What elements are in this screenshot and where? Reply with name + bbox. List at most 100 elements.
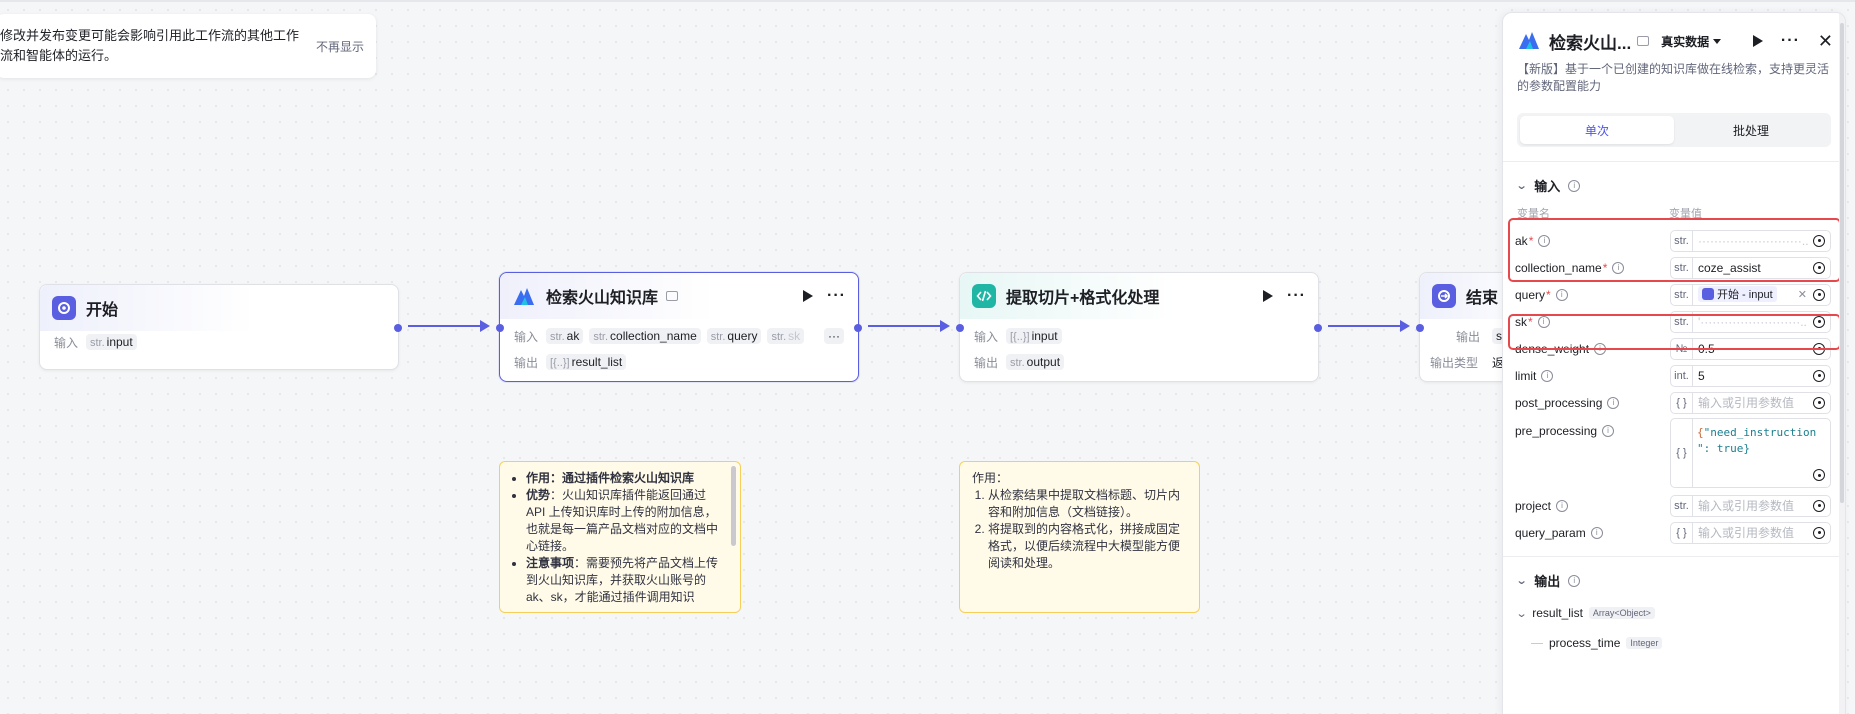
tab-single[interactable]: 单次	[1520, 116, 1674, 144]
post-processing-field[interactable]: { } 输入或引用参数值	[1670, 391, 1831, 414]
search-output-label: 输出	[514, 355, 539, 370]
param-name: pre_processing	[1515, 424, 1598, 438]
end-input-port[interactable]	[1416, 324, 1424, 332]
output-item[interactable]: ⌄ result_list Array<Object>	[1503, 598, 1845, 628]
tab-batch[interactable]: 批处理	[1674, 116, 1828, 144]
code-note-card[interactable]: 作用： 从检索结果中提取文档标题、切片内容和附加信息（文档链接）。 将提取到的内…	[959, 461, 1200, 613]
run-node-button[interactable]	[803, 290, 814, 302]
node-config-panel: 检索火山... 真实数据 ··· ✕ 【新版】基于一个已创建的知识库做在线检索，…	[1502, 12, 1846, 714]
dont-show-again-link[interactable]: 不再显示	[316, 38, 364, 55]
info-icon: i	[1602, 425, 1615, 437]
end-icon	[1432, 284, 1456, 308]
variable-picker-icon[interactable]	[1813, 396, 1825, 409]
run-button[interactable]	[1752, 35, 1763, 47]
input-tag-sk: str. sk	[767, 328, 805, 344]
more-inputs-button[interactable]: ···	[824, 328, 844, 344]
end-output-label: 输出	[1455, 329, 1480, 344]
change-notice-banner: 修改并发布变更可能会影响引用此工作流的其他工作流和智能体的运行。 不再显示	[0, 14, 376, 78]
start-output-port[interactable]	[394, 324, 402, 332]
start-input-label: 输入	[54, 335, 79, 350]
code-node-title: 提取切片+格式化处理	[1006, 290, 1160, 307]
data-mode-select[interactable]: 真实数据	[1661, 33, 1722, 50]
input-section-header[interactable]: ⌄ 输入 i	[1503, 162, 1845, 195]
chevron-down-icon	[1713, 38, 1722, 44]
panel-scrollbar[interactable]	[1839, 13, 1845, 714]
volcano-logo-icon	[512, 284, 536, 308]
code-output-tag: str. output	[1006, 354, 1065, 370]
highlight-box-ak-collection	[1508, 218, 1841, 282]
param-value: 5	[1698, 368, 1705, 383]
start-node-title: 开始	[86, 302, 119, 319]
note-scrollbar[interactable]	[731, 466, 736, 546]
input-tag-ak: str. ak	[546, 328, 584, 344]
more-button[interactable]: ···	[1781, 33, 1800, 49]
start-node-icon	[1702, 288, 1714, 300]
output-name: result_list	[1532, 606, 1583, 620]
code-note-title: 作用：	[972, 471, 1009, 485]
note-item: 注意事项：需要预先将产品文档上传到火山知识库，并获取火山账号的 ak、sk，才能…	[526, 555, 728, 606]
output-type-badge: Array<Object>	[1588, 607, 1655, 619]
param-name: project	[1515, 498, 1552, 513]
param-name: query	[1515, 287, 1546, 302]
clear-icon[interactable]: ✕	[1798, 288, 1807, 301]
start-input-tag: str. input	[86, 334, 137, 350]
close-icon[interactable]: ✕	[1818, 32, 1833, 50]
edge-start-to-search	[408, 320, 490, 332]
variable-picker-icon[interactable]	[1813, 288, 1825, 301]
output-section-title: 输出	[1534, 574, 1561, 589]
output-name: process_time	[1549, 636, 1621, 650]
highlight-box-sk	[1508, 314, 1841, 350]
input-tag-collection-name: str. collection_name	[589, 328, 701, 344]
param-row-query-param: query_param i { } 输入或引用参数值	[1503, 519, 1845, 546]
run-code-node-button[interactable]	[1263, 290, 1274, 302]
code-icon	[972, 284, 996, 308]
json-code[interactable]: {"need_instruction ": true}	[1693, 419, 1820, 487]
start-node[interactable]: 开始 输入 str. input	[39, 284, 402, 370]
search-volc-kb-node[interactable]: 检索火山知识库 ··· 输入 str. ak str. collection_nam…	[496, 272, 862, 382]
code-input-port[interactable]	[956, 324, 964, 332]
input-tag-query: str. query	[706, 328, 762, 344]
param-placeholder: 输入或引用参数值	[1698, 526, 1795, 540]
variable-picker-icon[interactable]	[1813, 469, 1825, 481]
variable-picker-icon[interactable]	[1813, 369, 1825, 382]
code-node-more-button[interactable]: ···	[1287, 288, 1306, 304]
param-row-post-processing: post_processing i { } 输入或引用参数值	[1503, 389, 1845, 416]
project-field[interactable]: str. 输入或引用参数值	[1670, 494, 1831, 517]
node-more-button[interactable]: ···	[827, 288, 846, 304]
volcano-logo-icon	[1517, 28, 1541, 55]
search-input-port[interactable]	[496, 324, 504, 332]
type-badge: int.	[1671, 365, 1693, 386]
info-icon: i	[1541, 369, 1554, 382]
reference-chip[interactable]: 开始 - input	[1698, 286, 1777, 302]
variable-picker-icon[interactable]	[1813, 499, 1825, 512]
info-icon: i	[1555, 288, 1568, 301]
note-item: 优势：火山知识库插件能返回通过 API 上传知识库时上传的附加信息，也就是每一篇…	[526, 487, 728, 555]
plugin-badge-icon	[1637, 36, 1650, 46]
pre-processing-editor[interactable]: { } {"need_instruction ": true}	[1670, 418, 1831, 488]
input-section-title: 输入	[1534, 179, 1561, 194]
workflow-canvas[interactable]: 修改并发布变更可能会影响引用此工作流的其他工作流和智能体的运行。 不再显示 开始…	[0, 0, 1855, 714]
query-field[interactable]: str. 开始 - input ✕	[1670, 283, 1831, 306]
end-node-title: 结束	[1466, 290, 1499, 307]
chevron-down-icon: ⌄	[1515, 575, 1528, 587]
output-section-header[interactable]: ⌄ 输出 i	[1503, 557, 1845, 590]
param-placeholder: 输入或引用参数值	[1698, 396, 1795, 410]
output-item: process_time Integer	[1503, 628, 1845, 658]
type-badge: str.	[1671, 495, 1693, 516]
param-name: query_param	[1515, 525, 1586, 540]
search-node-title: 检索火山知识库	[546, 290, 659, 307]
data-mode-label: 真实数据	[1661, 34, 1710, 49]
limit-field[interactable]: int. 5	[1670, 364, 1831, 387]
note-item: 从检索结果中提取文档标题、切片内容和附加信息（文档链接）。	[988, 487, 1187, 521]
type-badge: str.	[1671, 284, 1693, 305]
search-note-card[interactable]: 作用：通过插件检索火山知识库 优势：火山知识库插件能返回通过 API 上传知识库…	[499, 461, 741, 613]
end-output-type-label: 输出类型	[1430, 355, 1479, 370]
query-param-field[interactable]: { } 输入或引用参数值	[1670, 521, 1831, 544]
param-placeholder: 输入或引用参数值	[1698, 499, 1795, 513]
code-output-port[interactable]	[1314, 324, 1322, 332]
edge-code-to-end	[1328, 320, 1410, 332]
code-format-node[interactable]: 提取切片+格式化处理 ··· 输入 [{..}] input 输出 str. out…	[956, 272, 1322, 382]
search-output-port[interactable]	[854, 324, 862, 332]
param-name: limit	[1515, 368, 1537, 383]
variable-picker-icon[interactable]	[1813, 526, 1825, 539]
